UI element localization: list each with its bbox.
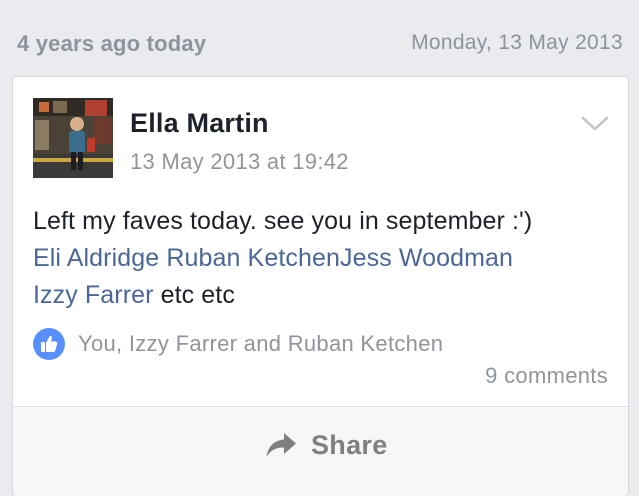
memory-header: 4 years ago today Monday, 13 May 2013 xyxy=(0,0,639,76)
post-text: Left my faves today. see you in septembe… xyxy=(33,203,623,314)
post-menu-chevron-icon[interactable] xyxy=(580,113,610,135)
tagged-friend-link[interactable]: Izzy Farrer xyxy=(33,281,154,309)
post-card: Ella Martin 13 May 2013 at 19:42 Left my… xyxy=(12,76,629,496)
post-timestamp[interactable]: 13 May 2013 at 19:42 xyxy=(130,149,349,175)
post-text-line: Left my faves today. see you in septembe… xyxy=(33,207,533,235)
tagged-friend-link[interactable]: Eli Aldridge xyxy=(33,244,159,272)
avatar[interactable] xyxy=(33,98,113,178)
tagged-friend-link[interactable]: Ruban Ketchen xyxy=(166,244,340,272)
comments-count-link[interactable]: 9 comments xyxy=(485,363,608,389)
author-name[interactable]: Ella Martin xyxy=(130,108,269,139)
memory-date: Monday, 13 May 2013 xyxy=(411,31,623,54)
post-text-suffix: etc etc xyxy=(160,281,235,309)
share-label: Share xyxy=(311,429,388,460)
tagged-friend-link[interactable]: Jess Woodman xyxy=(340,244,513,272)
memory-label: 4 years ago today xyxy=(17,31,207,56)
like-icon xyxy=(33,328,65,360)
share-button[interactable]: Share xyxy=(265,425,388,465)
reactions-summary[interactable]: You, Izzy Farrer and Ruban Ketchen xyxy=(33,327,443,361)
post-action-bar: Share xyxy=(13,406,628,496)
share-arrow-icon xyxy=(266,433,296,457)
reaction-names: You, Izzy Farrer and Ruban Ketchen xyxy=(78,331,444,356)
